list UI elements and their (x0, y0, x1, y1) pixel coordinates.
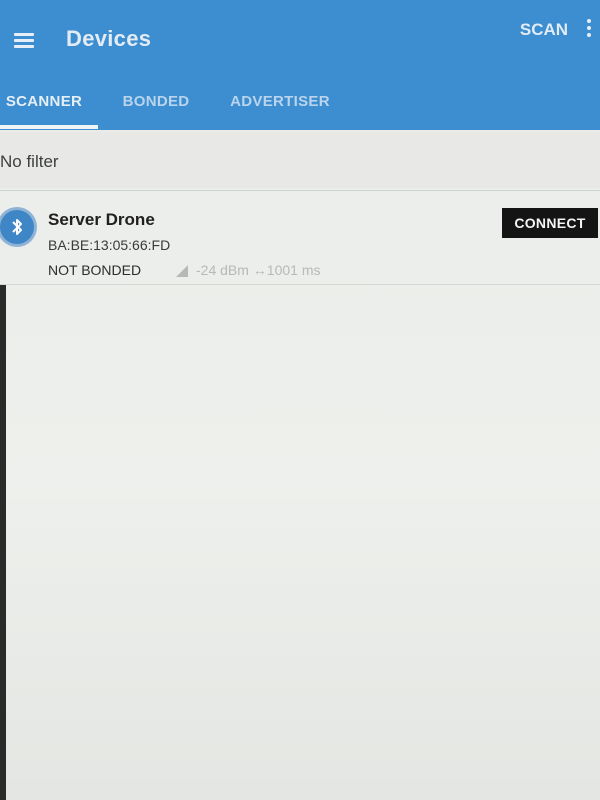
connect-button[interactable]: CONNECT (502, 208, 598, 238)
screen: Devices SCAN SCANNER BONDED ADVERTISER N… (0, 0, 600, 800)
tab-indicator (0, 125, 98, 129)
device-list-item[interactable]: Server Drone BA:BE:13:05:66:FD NOT BONDE… (0, 192, 600, 285)
signal-strength-icon (175, 264, 189, 283)
divider (0, 190, 600, 191)
filter-bar[interactable]: No filter (0, 132, 600, 188)
tab-bonded[interactable]: BONDED (112, 84, 200, 128)
device-bezel (0, 270, 6, 800)
rssi-interval-text: -24 dBm ↔1001 ms (196, 262, 321, 278)
toolbar: Devices SCAN (0, 0, 600, 84)
scan-button[interactable]: SCAN (508, 14, 580, 46)
tab-advertiser[interactable]: ADVERTISER (218, 84, 342, 128)
tab-scanner[interactable]: SCANNER (0, 84, 96, 128)
filter-label: No filter (0, 152, 59, 171)
device-name: Server Drone (48, 210, 155, 229)
page-title: Devices (66, 26, 152, 51)
tab-bar: SCANNER BONDED ADVERTISER (0, 84, 600, 130)
bond-status: NOT BONDED (48, 262, 142, 278)
device-address: BA:BE:13:05:66:FD (48, 237, 171, 253)
more-vert-icon[interactable] (584, 16, 594, 44)
app-bar: Devices SCAN SCANNER BONDED ADVERTISER (0, 0, 600, 130)
menu-icon[interactable] (12, 30, 36, 52)
bluetooth-icon (0, 210, 34, 244)
